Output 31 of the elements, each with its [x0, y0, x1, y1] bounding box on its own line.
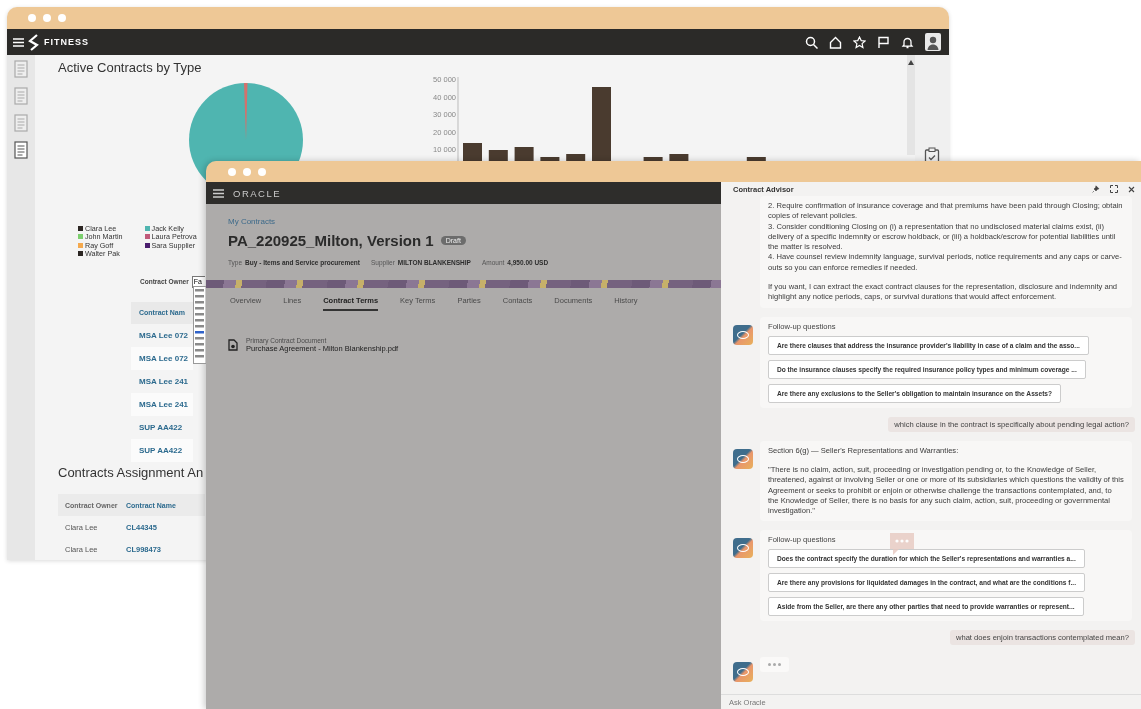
contract-link[interactable]: MSA Lee 072	[131, 347, 193, 370]
brand-logo: ORACLE	[233, 187, 282, 199]
user-avatar-icon[interactable]	[925, 33, 941, 51]
menu-icon[interactable]	[213, 188, 224, 198]
contract-link[interactable]: MSA Lee 241	[131, 370, 193, 393]
close-icon[interactable]	[1128, 185, 1135, 193]
star-icon[interactable]	[853, 35, 866, 49]
flag-icon[interactable]	[877, 35, 890, 49]
assistant-avatar-icon	[733, 538, 753, 559]
home-icon[interactable]	[829, 35, 842, 49]
section-title: Contracts Assignment An	[58, 465, 205, 480]
pin-icon[interactable]	[1092, 185, 1100, 193]
chart-title: Active Contracts by Type	[58, 60, 203, 75]
assistant-avatar-icon	[733, 324, 753, 345]
contract-title: PA_220925_Milton, Version 1	[228, 232, 434, 249]
contract-link[interactable]: MSA Lee 241	[131, 393, 193, 416]
scroll-up-icon[interactable]	[908, 60, 914, 65]
typing-indicator-icon	[760, 657, 789, 673]
logo-icon	[27, 33, 41, 51]
scrollbar[interactable]	[907, 55, 915, 155]
contract-link[interactable]: MSA Lee 072	[131, 324, 193, 347]
expand-icon[interactable]	[1110, 185, 1118, 193]
search-icon[interactable]	[805, 35, 818, 49]
app-name: FITNESS	[44, 37, 89, 47]
bell-icon[interactable]	[901, 35, 914, 49]
document-icon[interactable]	[14, 141, 28, 159]
document-icon	[228, 339, 238, 351]
assistant-avatar-icon	[733, 662, 753, 683]
contract-link[interactable]: SUP AA422	[131, 416, 193, 439]
dropdown-menu[interactable]	[193, 286, 206, 364]
contract-link[interactable]: SUP AA422	[131, 439, 193, 462]
